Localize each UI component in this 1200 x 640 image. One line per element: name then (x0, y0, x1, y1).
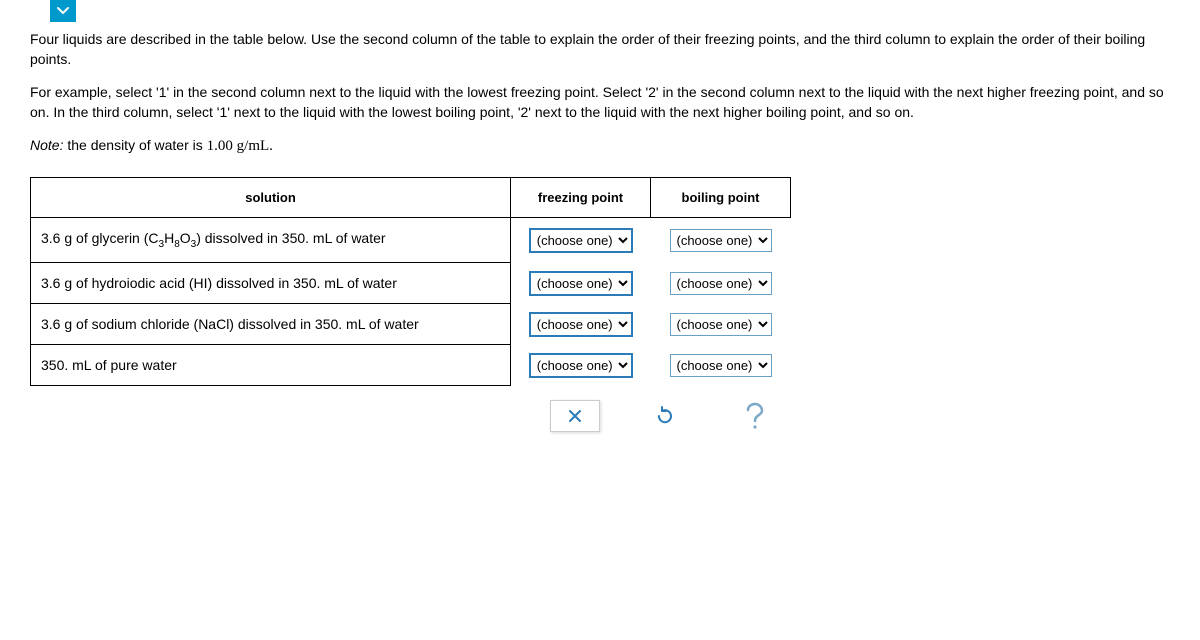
help-button[interactable] (730, 400, 780, 432)
solution-cell: 3.6 g of glycerin (C3H8O3) dissolved in … (31, 218, 511, 263)
solution-text: ) dissolved in 350. mL of water (196, 230, 385, 246)
header-boiling: boiling point (651, 178, 791, 218)
chevron-down-icon (56, 6, 70, 16)
reset-button[interactable] (640, 400, 690, 432)
freezing-select-1[interactable]: (choose one) (529, 228, 633, 253)
table-row: 3.6 g of sodium chloride (NaCl) dissolve… (31, 304, 791, 345)
table-row: 3.6 g of glycerin (C3H8O3) dissolved in … (31, 218, 791, 263)
boiling-select-4[interactable]: (choose one) (670, 354, 772, 377)
freezing-select-2[interactable]: (choose one) (529, 271, 633, 296)
question-icon (744, 402, 766, 430)
density-value: 1.00 g/mL. (207, 138, 273, 154)
undo-icon (655, 406, 675, 426)
solution-table: solution freezing point boiling point 3.… (30, 177, 791, 386)
freezing-select-4[interactable]: (choose one) (529, 353, 633, 378)
instruction-note: Note: the density of water is 1.00 g/mL. (30, 136, 1170, 157)
instruction-paragraph-2: For example, select '1' in the second co… (30, 83, 1170, 122)
header-freezing: freezing point (511, 178, 651, 218)
close-icon (567, 408, 583, 424)
solution-cell: 350. mL of pure water (31, 345, 511, 386)
table-row: 3.6 g of hydroiodic acid (HI) dissolved … (31, 263, 791, 304)
clear-button[interactable] (550, 400, 600, 432)
solution-text: 3.6 g of hydroiodic acid (HI) dissolved … (41, 275, 397, 291)
action-row (550, 400, 1170, 432)
freezing-select-3[interactable]: (choose one) (529, 312, 633, 337)
instruction-block: Four liquids are described in the table … (30, 30, 1170, 157)
note-label: Note: (30, 137, 63, 153)
solution-cell: 3.6 g of hydroiodic acid (HI) dissolved … (31, 263, 511, 304)
solution-text: H (164, 230, 174, 246)
solution-text: 3.6 g of glycerin (C (41, 230, 159, 246)
collapse-toggle[interactable] (50, 0, 76, 22)
solution-text: 350. mL of pure water (41, 357, 177, 373)
solution-cell: 3.6 g of sodium chloride (NaCl) dissolve… (31, 304, 511, 345)
boiling-select-1[interactable]: (choose one) (670, 229, 772, 252)
solution-text: 3.6 g of sodium chloride (NaCl) dissolve… (41, 316, 419, 332)
note-text: the density of water is (63, 137, 206, 153)
solution-text: O (180, 230, 191, 246)
table-row: 350. mL of pure water (choose one) (choo… (31, 345, 791, 386)
header-solution: solution (31, 178, 511, 218)
boiling-select-3[interactable]: (choose one) (670, 313, 772, 336)
boiling-select-2[interactable]: (choose one) (670, 272, 772, 295)
instruction-paragraph-1: Four liquids are described in the table … (30, 30, 1170, 69)
